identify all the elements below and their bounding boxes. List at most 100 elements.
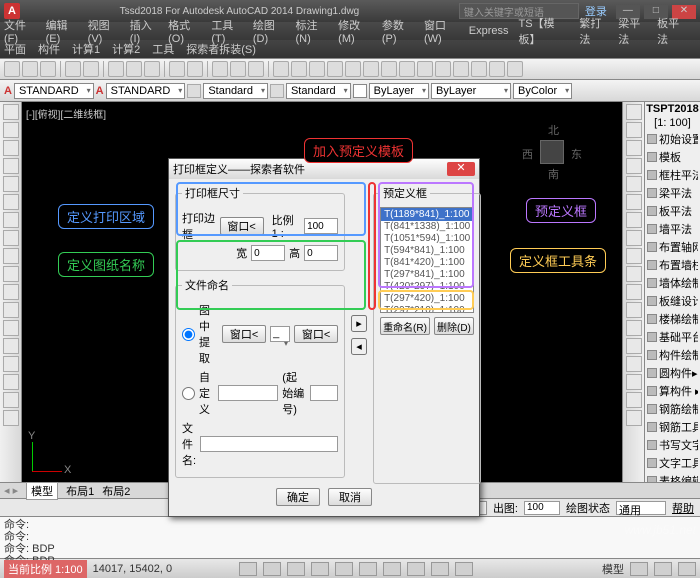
menu-item[interactable]: 板平法 [657, 15, 686, 47]
trim-icon[interactable] [626, 266, 642, 282]
tool-icon[interactable] [507, 61, 523, 77]
polar-toggle[interactable] [311, 562, 329, 576]
tool-icon[interactable] [309, 61, 325, 77]
zoom-icon[interactable] [230, 61, 246, 77]
list-item[interactable]: T(841*1338)_1:100 [381, 221, 473, 233]
panel-item[interactable]: 圆构件▸ [645, 364, 700, 382]
menu-item[interactable]: 梁平法 [618, 15, 647, 47]
rect-icon[interactable] [3, 176, 19, 192]
lwt-toggle[interactable] [407, 562, 425, 576]
menu-item[interactable]: 标注(N) [296, 17, 329, 45]
rename-button[interactable]: 重命名(R) [380, 317, 430, 335]
copy-icon[interactable] [626, 122, 642, 138]
ellipse-icon[interactable] [3, 194, 19, 210]
grid-toggle[interactable] [263, 562, 281, 576]
menu-item[interactable]: 参数(P) [382, 17, 414, 45]
zoom-extents-icon[interactable] [248, 61, 264, 77]
tool-icon[interactable] [626, 410, 642, 426]
window2-button[interactable]: 窗口< [222, 325, 266, 343]
filename-input[interactable] [200, 436, 338, 452]
stretch-icon[interactable] [626, 248, 642, 264]
tool-icon[interactable] [273, 61, 289, 77]
layout-tab[interactable]: 布局2 [102, 483, 130, 499]
menu-item[interactable]: 修改(M) [338, 17, 372, 45]
custom-radio[interactable] [182, 387, 195, 400]
line-icon[interactable] [3, 104, 19, 120]
spline-icon[interactable] [3, 320, 19, 336]
menu-item[interactable]: 窗口(W) [424, 17, 459, 45]
panel-item[interactable]: 板平法 [645, 202, 700, 220]
print-icon[interactable] [65, 61, 81, 77]
panel-item[interactable]: 构件绘制 [645, 346, 700, 364]
tool-icon[interactable] [3, 374, 19, 390]
otrack-toggle[interactable] [359, 562, 377, 576]
lineweight-dropdown[interactable]: ByLayer [431, 83, 511, 99]
panel-item[interactable]: 楼梯绘制 [645, 310, 700, 328]
panel-item[interactable]: 钢筋绘制 [645, 400, 700, 418]
panel-item[interactable]: 算构件 ▸ [645, 382, 700, 400]
linetype-dropdown[interactable]: ByLayer [369, 83, 429, 99]
panel-item[interactable]: 模板 [645, 148, 700, 166]
status-icon[interactable] [678, 562, 696, 576]
chamfer-icon[interactable] [626, 338, 642, 354]
module-tab[interactable]: 平面 [4, 41, 26, 57]
tool-icon[interactable] [327, 61, 343, 77]
start-num-input[interactable] [310, 385, 338, 401]
polyline-icon[interactable] [3, 122, 19, 138]
list-item[interactable]: T(297*420)_1:100 [381, 293, 473, 305]
delete-button[interactable]: 删除(D) [434, 317, 474, 335]
status-icon[interactable] [654, 562, 672, 576]
panel-item[interactable]: 文字工具 [645, 454, 700, 472]
tool-icon[interactable] [626, 392, 642, 408]
rotate-icon[interactable] [626, 212, 642, 228]
standard-dropdown[interactable]: Standard [203, 83, 268, 99]
text-icon[interactable] [3, 230, 19, 246]
tool-icon[interactable] [345, 61, 361, 77]
panel-item[interactable]: 墙体绘制 [645, 274, 700, 292]
sc-toggle[interactable] [455, 562, 473, 576]
panel-item[interactable]: 初始设置 [645, 130, 700, 148]
module-tab[interactable]: 构件 [38, 41, 60, 57]
cube-face[interactable] [540, 140, 564, 164]
color-dropdown[interactable]: ByColor [513, 83, 572, 99]
help-link[interactable]: 帮助 [672, 500, 694, 516]
ratio-input[interactable] [304, 218, 338, 234]
tool-icon[interactable] [417, 61, 433, 77]
color-swatch[interactable] [353, 84, 367, 98]
layout-tab-model[interactable]: 模型 [26, 482, 58, 500]
osnap-toggle[interactable] [335, 562, 353, 576]
tool-icon[interactable] [3, 338, 19, 354]
menu-item[interactable]: Express [469, 25, 509, 37]
annotate-icon[interactable]: A [4, 85, 12, 97]
width-input[interactable] [251, 245, 285, 261]
style-icon[interactable] [187, 84, 201, 98]
list-item[interactable]: T(297*841)_1:100 [381, 269, 473, 281]
hatch-icon[interactable] [3, 212, 19, 228]
offset-icon[interactable] [626, 158, 642, 174]
point-icon[interactable] [3, 248, 19, 264]
panel-item[interactable]: 框柱平法 [645, 166, 700, 184]
layout-tab[interactable]: 布局1 [66, 483, 94, 499]
tool-icon[interactable] [381, 61, 397, 77]
qs-toggle[interactable] [431, 562, 449, 576]
paste-icon[interactable] [144, 61, 160, 77]
move-icon[interactable] [626, 194, 642, 210]
draw-state-dropdown[interactable]: 通用 [616, 501, 666, 515]
module-tab[interactable]: 探索者拆装(S) [186, 41, 256, 57]
tool-icon[interactable] [3, 392, 19, 408]
extract-radio[interactable] [182, 328, 195, 341]
panel-item[interactable]: 梁平法 [645, 184, 700, 202]
list-item[interactable]: T(1051*594)_1:100 [381, 233, 473, 245]
module-tab[interactable]: 计算1 [72, 41, 100, 57]
pan-icon[interactable] [212, 61, 228, 77]
ok-button[interactable]: 确定 [276, 488, 320, 506]
mirror-icon[interactable] [626, 140, 642, 156]
dim-style-dropdown[interactable]: STANDARD [106, 83, 186, 99]
remove-preset-button[interactable]: ◂ [351, 338, 367, 355]
panel-item[interactable]: 书写文字 [645, 436, 700, 454]
tool-icon[interactable] [3, 410, 19, 426]
panel-item[interactable]: 布置轴网 [645, 238, 700, 256]
standard2-dropdown[interactable]: Standard [286, 83, 351, 99]
list-item-selected[interactable]: T(1189*841)_1:100 [381, 208, 473, 221]
panel-item[interactable]: 钢筋工具 [645, 418, 700, 436]
